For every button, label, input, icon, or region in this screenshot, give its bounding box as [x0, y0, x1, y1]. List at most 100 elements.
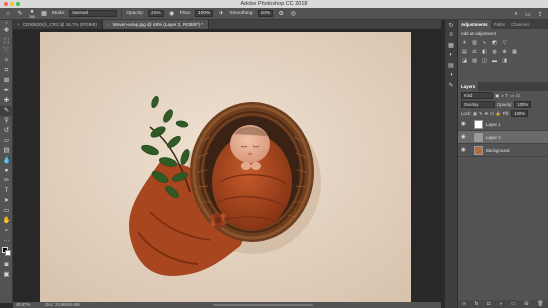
vibrance-icon[interactable]: ▽	[501, 39, 508, 46]
add-mask-icon[interactable]: ◘	[487, 301, 490, 307]
zoom-level[interactable]: 48.07%	[16, 302, 30, 307]
airbrush-icon[interactable]: ✈	[217, 10, 225, 18]
libraries-panel-icon[interactable]: ▤	[445, 60, 457, 70]
quick-mask-icon[interactable]: ◙	[0, 260, 13, 270]
brush-tool-icon[interactable]: ✎	[0, 106, 13, 116]
blend-mode-select[interactable]: Overlay	[461, 101, 495, 108]
filter-adjustment-icon[interactable]: ◑	[501, 93, 504, 98]
brush-panel-icon[interactable]: ✎	[445, 80, 457, 90]
tab-channels[interactable]: Channels	[508, 20, 533, 29]
pressure-opacity-icon[interactable]: ◉	[168, 10, 176, 18]
layer-row[interactable]: ◉ Layer 1	[458, 118, 548, 131]
rectangle-tool-icon[interactable]: ▭	[0, 206, 13, 216]
crop-tool-icon[interactable]: ⌗	[0, 66, 13, 76]
workspace-icon[interactable]: ▭	[524, 10, 532, 18]
exposure-icon[interactable]: ◩	[491, 39, 498, 46]
document-canvas[interactable]	[40, 32, 411, 302]
type-tool-icon[interactable]: T	[0, 186, 13, 196]
screen-mode-icon[interactable]: ▣	[0, 270, 13, 280]
tab-adjustments[interactable]: Adjustments	[458, 20, 491, 29]
lasso-tool-icon[interactable]: ➰	[0, 46, 13, 56]
document-info[interactable]: Doc: 33.9M/49.6M	[45, 302, 79, 307]
lock-artboard-icon[interactable]: ⊡	[490, 111, 494, 116]
brush-settings-icon[interactable]: ▦	[40, 10, 48, 18]
background-color-swatch[interactable]	[5, 250, 11, 256]
visibility-eye-icon[interactable]: ◉	[461, 121, 469, 127]
close-window-button[interactable]	[4, 2, 8, 6]
tab-paths[interactable]: Paths	[491, 20, 508, 29]
visibility-eye-icon[interactable]: ◉	[461, 147, 469, 153]
lock-pixels-icon[interactable]: ▦	[473, 111, 477, 116]
black-white-icon[interactable]: ◧	[481, 48, 488, 55]
horizontal-scrollbar[interactable]	[213, 304, 313, 306]
history-brush-tool-icon[interactable]: ↺	[0, 126, 13, 136]
brush-preset-picker[interactable]: ● 285	[28, 9, 36, 19]
dodge-tool-icon[interactable]: ●	[0, 166, 13, 176]
document-tab-active[interactable]: × Woven-wrap.jpg @ 48% (Layer 2, RGB/8*) …	[102, 20, 209, 29]
close-tab-icon[interactable]: ×	[17, 22, 20, 27]
color-panel-icon[interactable]: ◐	[445, 50, 457, 60]
fill-field[interactable]: 100%	[511, 110, 528, 117]
gradient-tool-icon[interactable]: ▤	[0, 146, 13, 156]
home-icon[interactable]: ⌂	[4, 10, 12, 18]
adjustments-panel-icon[interactable]: ◑	[445, 70, 457, 80]
healing-brush-tool-icon[interactable]: ✚	[0, 96, 13, 106]
hand-tool-icon[interactable]: ✋	[0, 216, 13, 226]
color-balance-icon[interactable]: ⚖	[471, 48, 478, 55]
lock-paint-icon[interactable]: ✎	[479, 111, 483, 116]
brush-tool-icon[interactable]: ✎	[16, 10, 24, 18]
minimize-window-button[interactable]	[10, 2, 14, 6]
photo-filter-icon[interactable]: ◍	[491, 48, 498, 55]
layer-opacity-field[interactable]: 100%	[514, 101, 532, 108]
color-lookup-icon[interactable]: ▦	[511, 48, 518, 55]
zoom-window-button[interactable]	[16, 2, 20, 6]
pen-tool-icon[interactable]: ✑	[0, 176, 13, 186]
filter-shape-icon[interactable]: ▭	[510, 93, 514, 98]
filter-type-icon[interactable]: T	[506, 93, 509, 98]
clone-stamp-tool-icon[interactable]: ⚲	[0, 116, 13, 126]
zoom-tool-icon[interactable]: ⌕	[0, 226, 13, 236]
canvas-area[interactable]	[13, 29, 441, 303]
history-panel-icon[interactable]: ↻	[445, 20, 457, 30]
brightness-contrast-icon[interactable]: ☀	[461, 39, 468, 46]
link-layers-icon[interactable]: ∞	[462, 301, 466, 307]
frame-tool-icon[interactable]: ⊠	[0, 76, 13, 86]
eraser-tool-icon[interactable]: ▱	[0, 136, 13, 146]
hue-saturation-icon[interactable]: ▤	[461, 48, 468, 55]
filter-pixel-icon[interactable]: ▣	[495, 93, 499, 98]
new-adjustment-icon[interactable]: ◑	[499, 301, 502, 307]
lock-all-icon[interactable]: 🔒	[496, 111, 501, 117]
tab-layers[interactable]: Layers	[458, 82, 479, 91]
path-selection-tool-icon[interactable]: ➤	[0, 196, 13, 206]
more-tools-icon[interactable]: ···	[0, 236, 13, 246]
curves-icon[interactable]: ∿	[481, 39, 488, 46]
new-layer-icon[interactable]: ⊞	[524, 301, 528, 307]
color-swatches[interactable]	[0, 246, 13, 260]
selective-color-icon[interactable]: ◨	[501, 57, 508, 64]
delete-layer-icon[interactable]: 🗑	[537, 301, 543, 307]
opacity-field[interactable]: 21%	[147, 10, 164, 17]
flow-field[interactable]: 100%	[195, 10, 214, 17]
layer-row-selected[interactable]: ◉ Layer 2	[458, 131, 548, 144]
close-tab-icon[interactable]: ×	[107, 22, 110, 27]
layer-row[interactable]: ◉ Background	[458, 144, 548, 157]
layer-kind-filter[interactable]: Kind	[461, 92, 493, 99]
threshold-icon[interactable]: ◫	[481, 57, 488, 64]
share-icon[interactable]: ⇪	[536, 10, 544, 18]
channel-mixer-icon[interactable]: ⊕	[501, 48, 508, 55]
visibility-eye-icon[interactable]: ◉	[461, 134, 469, 140]
mode-select[interactable]: Normal	[69, 10, 118, 17]
document-tab[interactable]: × CD93930@_CR2 @ 16.7% (RGB/8)	[13, 20, 103, 29]
quick-selection-tool-icon[interactable]: ✧	[0, 56, 13, 66]
smoothing-settings-icon[interactable]: ⚙	[277, 10, 285, 18]
layer-style-icon[interactable]: fx	[475, 301, 479, 307]
smoothing-field[interactable]: 10%	[257, 10, 274, 17]
search-icon[interactable]: ⌕	[512, 10, 520, 18]
marquee-tool-icon[interactable]: ⬚	[0, 36, 13, 46]
blur-tool-icon[interactable]: 💧	[0, 156, 13, 166]
posterize-icon[interactable]: ▨	[471, 57, 478, 64]
filter-smart-icon[interactable]: ⊡	[516, 93, 520, 98]
lock-position-icon[interactable]: ✥	[485, 111, 489, 116]
swatches-panel-icon[interactable]: ▦	[445, 40, 457, 50]
new-group-icon[interactable]: ▭	[511, 301, 516, 307]
